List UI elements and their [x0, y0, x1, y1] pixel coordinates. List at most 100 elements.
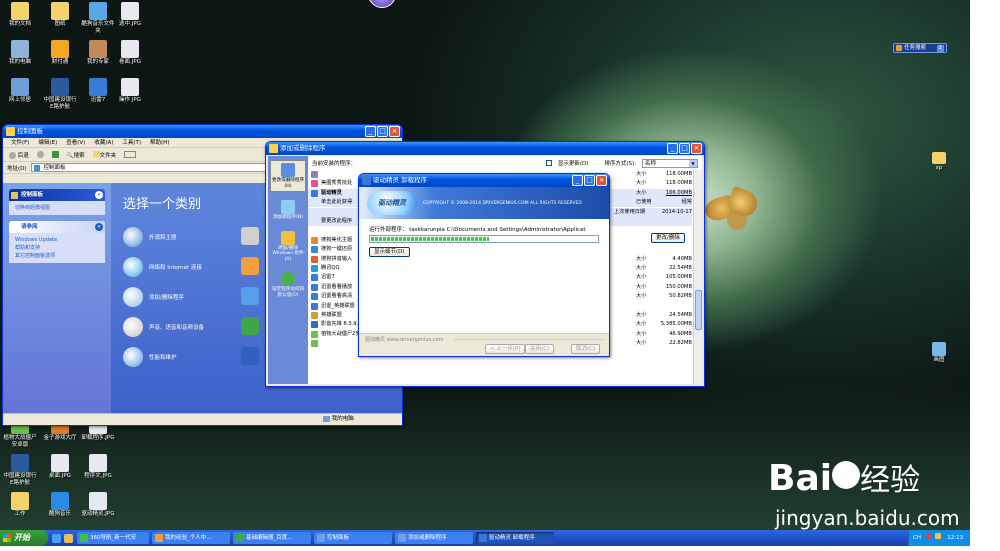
prev-button[interactable]: < 上一步(P)	[485, 344, 526, 354]
minimize-button[interactable]: _	[572, 175, 583, 186]
back-arrow-icon	[9, 151, 16, 159]
desktop-icon-label: 图纸	[54, 21, 66, 27]
scrollbar-thumb[interactable]	[695, 290, 702, 330]
forward-arrow-icon[interactable]	[36, 151, 44, 158]
desktop-icon[interactable]: 桌面.JPG	[42, 454, 78, 480]
desktop-icon-label: 金子游戏大厅	[43, 435, 77, 441]
maximize-button[interactable]: □	[679, 143, 690, 154]
uninstall-titlebar[interactable]: 驱动精灵 卸载程序 _ □ ×	[359, 174, 609, 187]
program-name: 英雄联盟	[321, 312, 342, 318]
window-title: 控制面板	[17, 127, 43, 135]
chevron-up-icon[interactable]: «	[95, 223, 103, 231]
change-remove-programs-button[interactable]: 更改或删除程序(H)	[270, 160, 306, 192]
maximize-button[interactable]: □	[377, 126, 388, 137]
category-icon[interactable]	[241, 317, 259, 335]
views-button[interactable]	[124, 151, 137, 158]
program-name: 迅雷看看播放	[321, 283, 353, 290]
close-dialog-button[interactable]: 关闭(C)	[525, 344, 555, 354]
menu-edit[interactable]: 编辑(E)	[38, 138, 57, 147]
menu-favorites[interactable]: 收藏(A)	[94, 138, 113, 147]
desktop-icon-paint[interactable]: 画图	[920, 342, 958, 364]
task-search-widget[interactable]: 任务搜索 2	[893, 43, 947, 53]
category-icon[interactable]	[241, 257, 259, 275]
taskbar-button[interactable]: 添加或删除程序	[395, 532, 473, 544]
input-language[interactable]: CH	[913, 535, 921, 541]
desktop-icon[interactable]: 中国建设银行E路护航	[2, 454, 38, 487]
desktop-icon-label: 操作.JPG	[119, 97, 141, 103]
desktop-icon[interactable]: 驱动精灵.JPG	[80, 492, 116, 518]
close-button[interactable]: ×	[691, 143, 702, 154]
menu-view[interactable]: 查看(V)	[66, 138, 85, 147]
control-panel-titlebar[interactable]: 控制面板 _ □ ×	[3, 125, 402, 138]
see-also-header[interactable]: 请参阅 «	[9, 221, 105, 233]
taskbar-button[interactable]: 360导航_新一代安	[77, 532, 149, 544]
category-icon[interactable]	[241, 227, 259, 245]
desktop-icon[interactable]: 财付通	[42, 40, 78, 66]
quick-launch-ie-icon[interactable]	[52, 533, 61, 543]
program-access-defaults-button[interactable]: 设定程序访问和默认值(O)	[270, 270, 306, 300]
see-also-link-other[interactable]: 其它控制面板选项	[15, 252, 99, 260]
task-label: 基础编辑器_百度...	[246, 535, 293, 541]
desktop-icon[interactable]: 酷狗音乐文件夹	[80, 2, 116, 35]
add-remove-titlebar[interactable]: 添加或删除程序 _ □ ×	[266, 142, 704, 155]
close-button[interactable]: ×	[389, 126, 400, 137]
taskbar-button[interactable]: 控制面板	[314, 532, 392, 544]
change-remove-button[interactable]: 更改/删除	[651, 233, 685, 243]
programs-header: 当前安装的程序： 显示更新(D) 排序方式(S): 名称 ▼	[308, 156, 702, 170]
clock[interactable]: 12:13	[947, 535, 963, 541]
cancel-button[interactable]: 取消(C)	[571, 344, 601, 354]
see-also-link-help[interactable]: 帮助和支持	[15, 244, 99, 252]
desktop-icon[interactable]: 图纸	[42, 2, 78, 28]
size-value: 4.40MB	[672, 255, 692, 262]
chevron-up-icon[interactable]: «	[95, 191, 103, 199]
program-list-scrollbar[interactable]	[693, 170, 702, 384]
menu-file[interactable]: 文件(F)	[11, 138, 29, 147]
menu-tools[interactable]: 工具(T)	[122, 138, 141, 147]
desktop-icon[interactable]: 网上邻居	[2, 78, 38, 104]
desktop-icon[interactable]: 迅雷7	[80, 78, 116, 104]
category-label: 声音、语音和音频设备	[149, 325, 205, 331]
desktop-icon[interactable]: 中国建设银行E路护航	[42, 78, 78, 111]
search-button[interactable]: 🔍搜索	[67, 151, 85, 159]
desktop-icon[interactable]: 酷狗音乐	[42, 492, 78, 518]
size-label: 大小	[636, 330, 647, 337]
tray-icon-b[interactable]	[935, 533, 942, 539]
taskbar-button[interactable]: 驱动精灵 卸载程序	[476, 532, 554, 544]
category-icon[interactable]	[241, 347, 259, 365]
desktop-icon[interactable]: 选中.JPG	[112, 2, 148, 28]
side-panel-title: 控制面板	[21, 192, 44, 198]
category-icon[interactable]	[241, 287, 259, 305]
uninstall-footer: 驱动精灵 www.drivergenius.com < 上一步(P) 关闭(C)…	[359, 334, 609, 356]
tray-icon-a[interactable]	[925, 533, 932, 539]
see-also-link-windows-update[interactable]: Windows Update	[15, 236, 99, 244]
desktop-icon[interactable]: 我的文档	[2, 2, 38, 28]
windows-components-button[interactable]: 添加/删除 Windows 组件(A)	[270, 229, 306, 265]
add-new-programs-button[interactable]: 添加新程序(N)	[270, 198, 306, 223]
switch-view-link[interactable]: 切换到经典视图	[15, 205, 50, 211]
maximize-button[interactable]: □	[584, 175, 595, 186]
close-button[interactable]: ×	[596, 175, 607, 186]
show-details-button[interactable]: 显示细节(D)	[369, 247, 410, 257]
back-button[interactable]: 后退	[9, 151, 29, 159]
desktop-icon[interactable]: 卷面.JPG	[112, 40, 148, 66]
side-panel-header[interactable]: 控制面板 «	[9, 189, 105, 201]
sort-select[interactable]: 名称 ▼	[642, 158, 698, 168]
menu-help[interactable]: 帮助(H)	[150, 138, 169, 147]
desktop-icon[interactable]: 工作	[2, 492, 38, 518]
desktop-icon[interactable]: 程序文.JPG	[80, 454, 116, 480]
desktop-icon[interactable]: 我的专家	[80, 40, 116, 66]
desktop-icon[interactable]: 操作.JPG	[112, 78, 148, 104]
cancel-label: 取消(C)	[576, 346, 596, 352]
show-updates-checkbox[interactable]	[545, 160, 552, 166]
start-button[interactable]: 开始	[0, 530, 48, 546]
desktop-icon-xp[interactable]: xp	[920, 152, 958, 172]
quick-launch-desktop-icon[interactable]	[64, 533, 73, 543]
taskbar-button[interactable]: 我的经验_个人中...	[152, 532, 230, 544]
desktop-icon[interactable]: 我的电脑	[2, 40, 38, 66]
minimize-button[interactable]: _	[667, 143, 678, 154]
minimize-button[interactable]: _	[365, 126, 376, 137]
taskbar-button[interactable]: 基础编辑器_百度...	[233, 532, 311, 544]
folders-button[interactable]: 文件夹	[92, 150, 116, 159]
up-folder-icon[interactable]	[51, 151, 59, 158]
control-panel-small-icon	[33, 165, 40, 171]
